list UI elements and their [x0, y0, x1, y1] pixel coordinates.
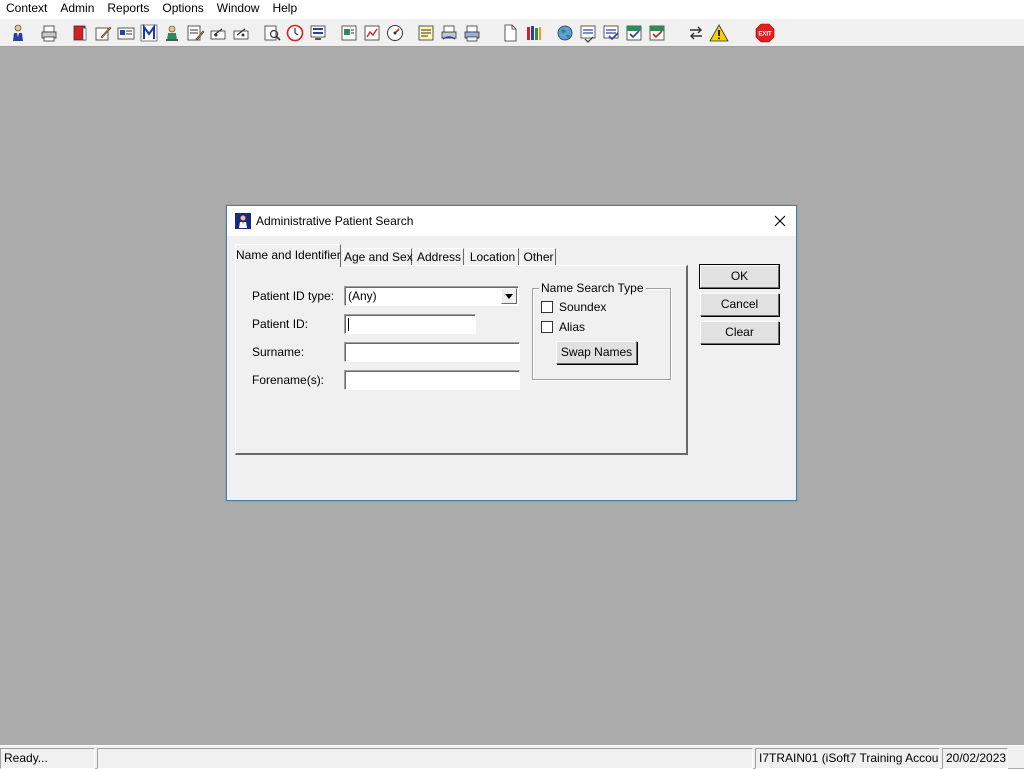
alias-label: Alias: [559, 320, 586, 334]
list-check-icon[interactable]: [578, 23, 598, 43]
status-text: Ready...: [0, 748, 95, 769]
patient-id-type-combo[interactable]: (Any): [344, 286, 519, 306]
menu-window[interactable]: Window: [211, 0, 267, 18]
patient-id-type-value: (Any): [348, 289, 377, 303]
menu-help[interactable]: Help: [266, 0, 304, 18]
close-button[interactable]: [764, 206, 796, 236]
notes-icon[interactable]: [416, 23, 436, 43]
menu-bar: Context Admin Reports Options Window Hel…: [0, 0, 1024, 18]
tab-name-and-identifier[interactable]: Name and Identifier: [235, 244, 341, 267]
name-search-type-group: Name Search Type Soundex Alias Swap Name…: [532, 281, 671, 380]
menu-options[interactable]: Options: [156, 0, 210, 18]
notepad-edit-icon[interactable]: [93, 23, 113, 43]
menu-admin[interactable]: Admin: [54, 0, 101, 18]
red-book-icon[interactable]: [70, 23, 90, 43]
patient-id-type-label: Patient ID type:: [252, 289, 335, 303]
chart-icon[interactable]: [362, 23, 382, 43]
printer-icon-2[interactable]: [462, 23, 482, 43]
soundex-label: Soundex: [559, 300, 607, 314]
clear-button[interactable]: Clear: [700, 321, 779, 344]
green-check-icon-2[interactable]: [647, 23, 667, 43]
chevron-down-icon: [505, 293, 513, 299]
monitor-icon[interactable]: [308, 23, 328, 43]
dialog-app-icon: [235, 213, 251, 229]
toolbar: EXIT: [0, 18, 1024, 47]
patient-search-dialog: Administrative Patient Search Name and I…: [226, 205, 797, 501]
alias-checkbox-row[interactable]: Alias: [541, 320, 585, 334]
swap-names-button[interactable]: Swap Names: [556, 341, 637, 364]
menu-reports[interactable]: Reports: [101, 0, 156, 18]
dashboard-icon[interactable]: [385, 23, 405, 43]
globe-icon[interactable]: [555, 23, 575, 43]
flag-icon-2[interactable]: [231, 23, 251, 43]
document-search-icon[interactable]: [262, 23, 282, 43]
text-caret: [348, 318, 349, 331]
status-account: I7TRAIN01 (iSoft7 Training Account): [755, 748, 940, 769]
report-icon[interactable]: [339, 23, 359, 43]
person-icon[interactable]: [8, 23, 28, 43]
surname-input[interactable]: [344, 342, 520, 362]
tab-address[interactable]: Address: [414, 248, 464, 266]
status-date: 20/02/2023: [942, 748, 1008, 769]
ok-button[interactable]: OK: [700, 265, 779, 288]
tab-age-and-sex[interactable]: Age and Sex: [343, 248, 413, 266]
tab-panel-name-and-identifier: Patient ID type: (Any) Patient ID: Surna…: [235, 265, 688, 455]
forenames-label: Forename(s):: [252, 373, 325, 387]
doctor-icon[interactable]: [162, 23, 182, 43]
name-search-type-title: Name Search Type: [539, 281, 646, 295]
green-check-icon[interactable]: [624, 23, 644, 43]
exit-icon-label: EXIT: [758, 32, 772, 38]
books-icon[interactable]: [524, 23, 544, 43]
alias-checkbox[interactable]: [541, 321, 553, 333]
blank-document-icon[interactable]: [500, 23, 520, 43]
exit-icon[interactable]: EXIT: [755, 23, 775, 43]
document-pen-icon[interactable]: [185, 23, 205, 43]
soundex-checkbox[interactable]: [541, 301, 553, 313]
list-check-icon-2[interactable]: [601, 23, 621, 43]
combo-dropdown-button[interactable]: [501, 288, 517, 304]
m-letter-icon[interactable]: [139, 23, 159, 43]
status-bar: Ready... I7TRAIN01 (iSoft7 Training Acco…: [0, 745, 1024, 769]
dialog-titlebar[interactable]: Administrative Patient Search: [227, 206, 796, 236]
tab-other[interactable]: Other: [521, 248, 556, 266]
flag-icon[interactable]: [208, 23, 228, 43]
forenames-input[interactable]: [344, 370, 520, 390]
warning-icon[interactable]: [709, 23, 729, 43]
patient-id-label: Patient ID:: [252, 317, 309, 331]
tab-location[interactable]: Location: [466, 248, 519, 266]
print-preview-icon[interactable]: [439, 23, 459, 43]
card-icon[interactable]: [116, 23, 136, 43]
dialog-title: Administrative Patient Search: [256, 214, 414, 228]
patient-id-input[interactable]: [344, 314, 476, 334]
clock-icon[interactable]: [285, 23, 305, 43]
surname-label: Surname:: [252, 345, 305, 359]
menu-context[interactable]: Context: [0, 0, 54, 18]
soundex-checkbox-row[interactable]: Soundex: [541, 300, 606, 314]
cancel-button[interactable]: Cancel: [700, 293, 779, 316]
swap-arrows-icon[interactable]: [686, 23, 706, 43]
status-pane-empty: [97, 748, 753, 769]
close-icon: [774, 215, 786, 227]
printer-icon[interactable]: [39, 23, 59, 43]
